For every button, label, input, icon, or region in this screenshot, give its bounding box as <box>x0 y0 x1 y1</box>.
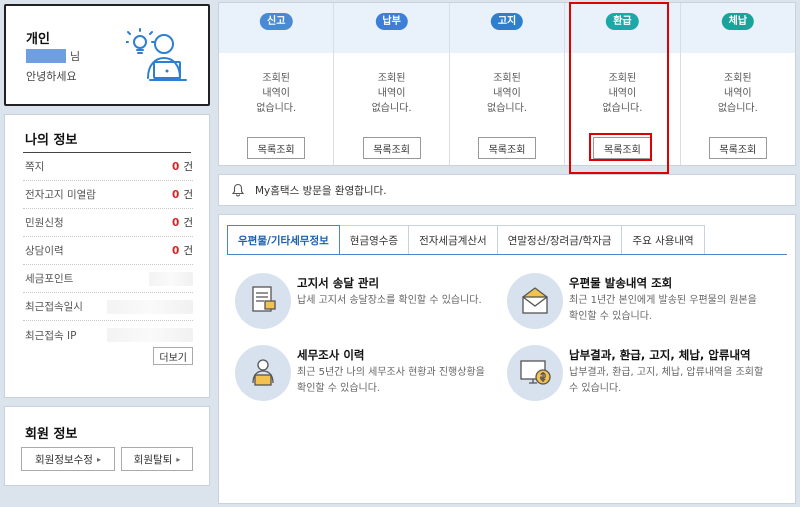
info-label: 최근접속일시 <box>25 301 83 313</box>
user-name-row: 님 <box>26 48 80 64</box>
tabs-rule <box>227 254 787 255</box>
status-empty-text: 조회된 내역이 없습니다. <box>256 73 297 114</box>
info-label: 민원신청 <box>25 217 64 229</box>
tab-year-end-settlement[interactable]: 연말정산/장려금/학자금 <box>497 225 623 255</box>
info-row-civil-requests[interactable]: 민원신청 0건 <box>23 209 193 237</box>
info-row-messages[interactable]: 쪽지 0건 <box>23 153 193 181</box>
info-count: 0건 <box>172 161 193 173</box>
list-view-button[interactable]: 목록조회 <box>708 137 767 159</box>
more-button[interactable]: 더보기 <box>153 347 193 365</box>
info-label: 상담이력 <box>25 245 64 257</box>
info-label: 최근접속 IP <box>25 329 77 342</box>
person-laptop-icon <box>235 345 291 401</box>
monitor-coin-icon <box>507 345 563 401</box>
status-empty-text: 조회된 내역이 없습니다. <box>717 73 758 114</box>
user-name-mask <box>26 49 66 63</box>
notice-bar: My홈택스 방문을 환영합니다. <box>218 174 796 206</box>
service-desc: 최근 1년간 본인에게 발송된 우편물의 원본을 확인할 수 있습니다. <box>569 295 757 322</box>
status-strip: 신고 조회된 내역이 없습니다. 목록조회 납부 조회된 내역이 없습니다. 목… <box>218 2 796 166</box>
list-view-button[interactable]: 목록조회 <box>478 137 537 159</box>
status-tag: 고지 <box>490 13 524 30</box>
info-label: 전자고지 미열람 <box>25 189 96 201</box>
tab-usage-history[interactable]: 주요 사용내역 <box>622 225 705 255</box>
user-laptop-icon <box>126 28 187 81</box>
user-card: 개인 님 안녕하세요 <box>4 4 210 106</box>
status-tag: 체납 <box>721 13 755 30</box>
service-title: 세무조사 이력 <box>297 348 365 362</box>
service-notice-delivery[interactable]: 고지서 송달 관리 납세 고지서 송달장소를 확인할 수 있습니다. <box>235 273 505 335</box>
service-desc: 납부결과, 환급, 고지, 체납, 압류내역을 조회할 수 있습니다. <box>569 367 764 394</box>
my-info-panel: 나의 정보 쪽지 0건 전자고지 미열람 0건 민원신청 0건 상담이력 0건 … <box>4 114 210 398</box>
service-payment-results[interactable]: 납부결과, 환급, 고지, 체납, 압류내역 납부결과, 환급, 고지, 체납,… <box>507 345 777 407</box>
services-panel: 우편물/기타세무정보 현금영수증 전자세금계산서 연말정산/장려금/학자금 주요… <box>218 214 796 504</box>
document-icon <box>235 273 291 329</box>
bell-icon <box>231 183 245 197</box>
user-type: 개인 <box>26 32 50 47</box>
info-label: 세금포인트 <box>25 273 74 285</box>
envelope-icon <box>507 273 563 329</box>
tab-e-tax-invoice[interactable]: 전자세금계산서 <box>409 225 498 255</box>
list-view-button[interactable]: 목록조회 <box>362 137 421 159</box>
status-tag: 환급 <box>606 13 639 30</box>
my-info-title: 나의 정보 <box>25 133 78 148</box>
info-row-consult-history[interactable]: 상담이력 0건 <box>23 237 193 265</box>
service-tax-audit[interactable]: 세무조사 이력 최근 5년간 나의 세무조사 현황과 진행상황을 확인할 수 있… <box>235 345 505 407</box>
info-row-e-notice-unread[interactable]: 전자고지 미열람 0건 <box>23 181 193 209</box>
status-card-filing: 신고 조회된 내역이 없습니다. 목록조회 <box>219 3 335 165</box>
status-empty-text: 조회된 내역이 없습니다. <box>602 73 643 114</box>
service-title: 우편물 발송내역 조회 <box>569 276 673 290</box>
tab-cash-receipt[interactable]: 현금영수증 <box>339 225 410 255</box>
user-greeting: 안녕하세요 <box>26 70 77 83</box>
status-card-payment: 납부 조회된 내역이 없습니다. 목록조회 <box>334 3 450 165</box>
user-name-suffix: 님 <box>70 50 81 63</box>
status-tag: 신고 <box>260 13 293 30</box>
notice-text: My홈택스 방문을 환영합니다. <box>255 184 387 197</box>
chevron-right-icon: ▸ <box>96 454 101 464</box>
info-label: 쪽지 <box>25 161 45 173</box>
service-title: 납부결과, 환급, 고지, 체납, 압류내역 <box>569 348 751 362</box>
edit-member-button[interactable]: 회원정보수정 ▸ <box>21 447 115 471</box>
member-info-title: 회원 정보 <box>25 427 78 442</box>
service-tabs: 우편물/기타세무정보 현금영수증 전자세금계산서 연말정산/장려금/학자금 주요… <box>227 225 705 255</box>
info-count: 0건 <box>172 245 193 257</box>
status-card-refund: 환급 조회된 내역이 없습니다. 목록조회 <box>565 3 681 165</box>
info-count: 0건 <box>172 217 193 229</box>
tax-points-mask <box>149 271 193 286</box>
status-card-arrears: 체납 조회된 내역이 없습니다. 목록조회 <box>680 3 796 165</box>
service-desc: 최근 5년간 나의 세무조사 현황과 진행상황을 확인할 수 있습니다. <box>297 367 485 394</box>
chevron-right-icon: ▸ <box>176 454 181 464</box>
status-card-notice: 고지 조회된 내역이 없습니다. 목록조회 <box>449 3 566 165</box>
tab-mail-tax-info[interactable]: 우편물/기타세무정보 <box>227 225 340 255</box>
withdraw-member-button[interactable]: 회원탈퇴 ▸ <box>121 447 193 471</box>
list-view-button[interactable]: 목록조회 <box>247 137 306 159</box>
service-desc: 납세 고지서 송달장소를 확인할 수 있습니다. <box>297 295 482 306</box>
status-empty-text: 조회된 내역이 없습니다. <box>371 73 412 114</box>
list-view-button[interactable]: 목록조회 <box>593 137 652 159</box>
status-tag: 납부 <box>375 13 408 30</box>
edit-member-label: 회원정보수정 <box>35 453 93 466</box>
last-login-time-mask <box>107 299 193 314</box>
member-info-panel: 회원 정보 회원정보수정 ▸ 회원탈퇴 ▸ <box>4 406 210 486</box>
service-title: 고지서 송달 관리 <box>297 276 380 290</box>
info-row-last-login-ip: 최근접속 IP <box>23 321 193 349</box>
last-login-ip-mask <box>107 328 193 342</box>
withdraw-member-label: 회원탈퇴 <box>133 453 173 466</box>
info-row-tax-points: 세금포인트 <box>23 265 193 293</box>
info-row-last-login-time: 최근접속일시 <box>23 293 193 321</box>
service-mail-history[interactable]: 우편물 발송내역 조회 최근 1년간 본인에게 발송된 우편물의 원본을 확인할… <box>507 273 777 335</box>
info-count: 0건 <box>172 189 193 201</box>
status-empty-text: 조회된 내역이 없습니다. <box>487 73 527 114</box>
